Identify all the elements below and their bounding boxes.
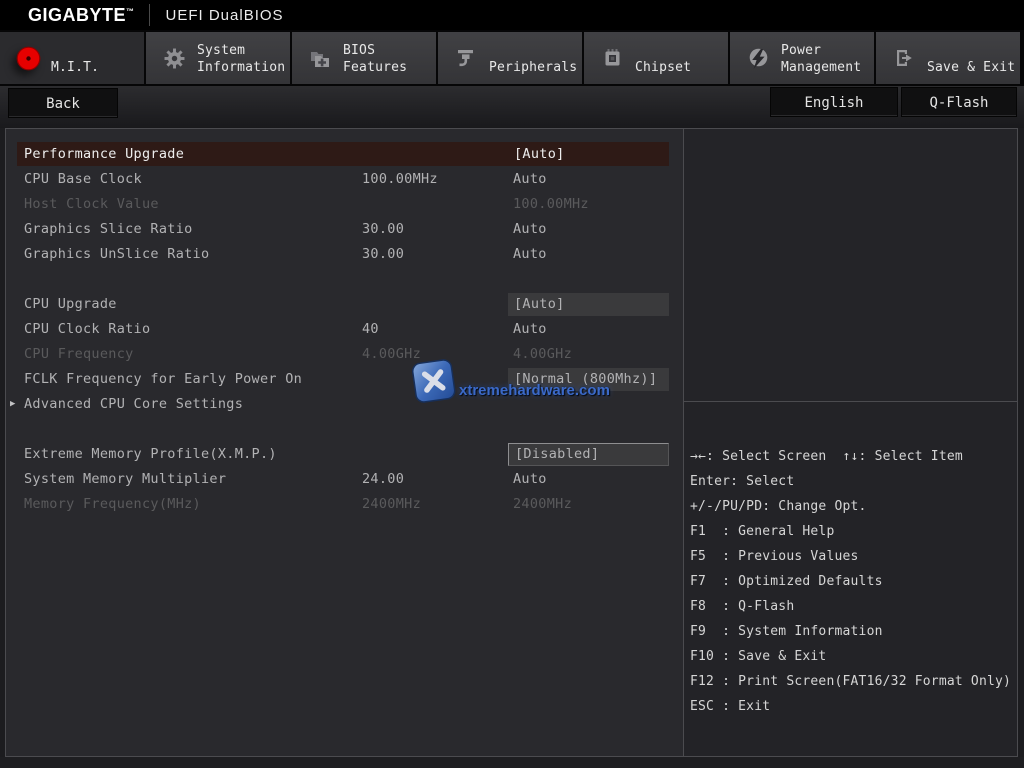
row-spacer — [6, 267, 683, 292]
tab-save-exit[interactable]: Save & Exit — [876, 32, 1020, 84]
key-help-list: →←: Select Screen ↑↓: Select Item Enter: … — [684, 402, 1017, 719]
tab-label: M.I.T. — [51, 60, 100, 75]
setting-current-value: 40 — [362, 321, 379, 337]
tab-bios-features[interactable]: BIOS Features — [292, 32, 436, 84]
setting-row[interactable]: Performance Upgrade [Auto] — [6, 142, 683, 167]
setting-row[interactable]: Graphics Slice Ratio 30.00 Auto — [6, 217, 683, 242]
content-container: Performance Upgrade [Auto] CPU Base Clock 1… — [5, 128, 1018, 757]
exit-icon — [889, 48, 919, 68]
tabs-container: M.I.T. System Information BIOS Features Per… — [0, 32, 1022, 84]
top-bar: GIGABYTE™ UEFI DualBIOS — [0, 0, 1024, 30]
setting-row: Host Clock Value 100.00MHz — [6, 192, 683, 217]
settings-panel: Performance Upgrade [Auto] CPU Base Clock 1… — [6, 129, 684, 756]
setting-label: FCLK Frequency for Early Power On — [24, 371, 303, 387]
setting-row[interactable]: Graphics UnSlice Ratio 30.00 Auto — [6, 242, 683, 267]
tab-bar: M.I.T. System Information BIOS Features Per… — [0, 30, 1024, 86]
setting-value: Auto — [513, 471, 547, 487]
setting-label: Extreme Memory Profile(X.M.P.) — [24, 446, 277, 462]
setting-row: Memory Frequency(MHz) 2400MHz 2400MHz — [6, 492, 683, 517]
item-help-box — [684, 129, 1017, 402]
help-line: F7 : Optimized Defaults — [690, 574, 883, 589]
setting-value: Auto — [513, 321, 547, 337]
setting-label: Graphics UnSlice Ratio — [24, 246, 210, 262]
setting-label: Host Clock Value — [24, 196, 159, 212]
tab-label: Save & Exit — [927, 60, 1016, 75]
settings-list: Performance Upgrade [Auto] CPU Base Clock 1… — [6, 142, 683, 517]
setting-current-value: 100.00MHz — [362, 171, 438, 187]
setting-current-value: 24.00 — [362, 471, 405, 487]
setting-value-box[interactable]: [Normal (800Mhz)] — [508, 368, 669, 391]
setting-current-value: 30.00 — [362, 221, 405, 237]
setting-value: Auto — [513, 246, 547, 262]
help-line: F12 : Print Screen(FAT16/32 Format Only) — [690, 674, 1012, 689]
help-line: +/-/PU/PD: Change Opt. — [690, 499, 867, 514]
setting-label: System Memory Multiplier — [24, 471, 227, 487]
help-line: ESC : Exit — [690, 699, 771, 714]
setting-row[interactable]: ▶ Advanced CPU Core Settings — [6, 392, 683, 417]
setting-current-value: 4.00GHz — [362, 346, 421, 362]
setting-label: Memory Frequency(MHz) — [24, 496, 201, 512]
help-line: Enter: Select — [690, 474, 795, 489]
setting-label: CPU Frequency — [24, 346, 134, 362]
back-button[interactable]: Back — [8, 88, 118, 118]
setting-row[interactable]: Extreme Memory Profile(X.M.P.) [Disabled] — [6, 442, 683, 467]
setting-value-box[interactable]: [Auto] — [508, 293, 669, 316]
setting-row[interactable]: CPU Upgrade [Auto] — [6, 292, 683, 317]
setting-label: Graphics Slice Ratio — [24, 221, 193, 237]
gigabyte-logo: GIGABYTE™ — [28, 4, 135, 25]
setting-value: Auto — [513, 171, 547, 187]
tab-chipset[interactable]: Chipset — [584, 32, 728, 84]
setting-label: CPU Clock Ratio — [24, 321, 151, 337]
qflash-button[interactable]: Q-Flash — [901, 87, 1017, 117]
setting-value: 100.00MHz — [513, 196, 589, 212]
setting-value: 4.00GHz — [513, 346, 572, 362]
setting-current-value: 2400MHz — [362, 496, 421, 512]
tab-label: Power Management — [781, 43, 862, 75]
setting-label: CPU Base Clock — [24, 171, 142, 187]
red-disc-icon — [13, 45, 43, 72]
lightning-icon — [743, 47, 773, 70]
tab-system-information[interactable]: System Information — [146, 32, 290, 84]
setting-row[interactable]: CPU Clock Ratio 40 Auto — [6, 317, 683, 342]
setting-value: 2400MHz — [513, 496, 572, 512]
chip-icon — [597, 48, 627, 69]
tab-power-management[interactable]: Power Management — [730, 32, 874, 84]
gear-icon — [159, 48, 189, 69]
setting-value-box[interactable]: [Auto] — [508, 143, 669, 166]
setting-row: CPU Frequency 4.00GHz 4.00GHz — [6, 342, 683, 367]
divider — [148, 4, 150, 26]
firmware-title: UEFI DualBIOS — [165, 6, 284, 24]
setting-row[interactable]: System Memory Multiplier 24.00 Auto — [6, 467, 683, 492]
toolbar-strip: Back English Q-Flash — [0, 86, 1024, 128]
tab-peripherals[interactable]: Peripherals — [438, 32, 582, 84]
peripheral-icon — [451, 48, 481, 69]
tab-label: System Information — [197, 43, 286, 75]
help-line: →←: Select Screen ↑↓: Select Item — [690, 449, 963, 464]
tab-label: Peripherals — [489, 60, 578, 75]
setting-value: Auto — [513, 221, 547, 237]
setting-label: Advanced CPU Core Settings — [24, 396, 244, 412]
setting-row[interactable]: CPU Base Clock 100.00MHz Auto — [6, 167, 683, 192]
setting-label: Performance Upgrade — [24, 146, 185, 162]
tab-label: BIOS Features — [343, 43, 408, 75]
setting-label: CPU Upgrade — [24, 296, 117, 312]
help-line: F10 : Save & Exit — [690, 649, 827, 664]
tab-label: Chipset — [635, 60, 692, 75]
help-line: F9 : System Information — [690, 624, 883, 639]
setting-row[interactable]: FCLK Frequency for Early Power On [Normal… — [6, 367, 683, 392]
help-line: F1 : General Help — [690, 524, 835, 539]
help-line: F5 : Previous Values — [690, 549, 859, 564]
bottom-strip — [0, 757, 1024, 768]
setting-current-value: 30.00 — [362, 246, 405, 262]
setting-value-box[interactable]: [Disabled] — [508, 443, 669, 466]
expand-arrow-icon: ▶ — [10, 399, 16, 409]
help-line: F8 : Q-Flash — [690, 599, 795, 614]
help-panel: →←: Select Screen ↑↓: Select Item Enter: … — [684, 129, 1017, 756]
tab-m-i-t[interactable]: M.I.T. — [0, 32, 144, 84]
language-button[interactable]: English — [770, 87, 898, 117]
row-spacer — [6, 417, 683, 442]
folder-plus-icon — [305, 48, 335, 69]
